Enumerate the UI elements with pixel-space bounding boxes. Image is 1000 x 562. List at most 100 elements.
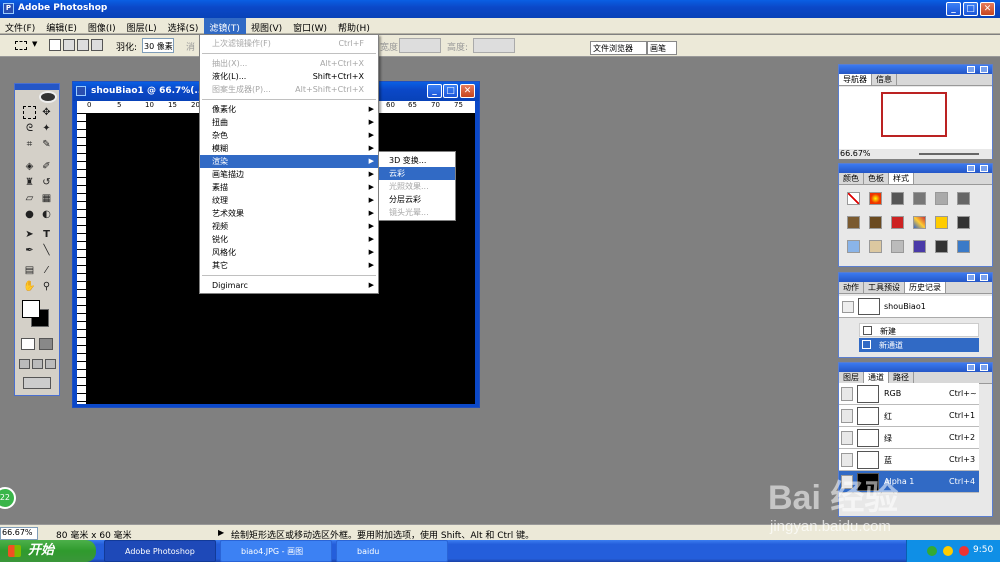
menu-item-noise[interactable]: 杂色 ▶ [200,129,378,142]
screen-mode-3-icon[interactable] [45,359,56,369]
path-select-icon[interactable]: ➤ [23,228,36,241]
magic-wand-icon[interactable]: ✦ [40,122,53,135]
navigator-view-box[interactable] [881,92,947,137]
tab-channels[interactable]: 通道 [864,372,889,383]
history-panel-titlebar[interactable] [839,273,992,282]
tab-info[interactable]: 信息 [872,74,897,85]
zoom-tool-icon[interactable]: ⚲ [40,280,53,293]
navigator-zoom[interactable]: 66.67% [840,149,871,158]
menu-help[interactable]: 帮助(H) [333,18,376,34]
foreground-color[interactable] [22,300,40,318]
screen-mode-1-icon[interactable] [19,359,30,369]
navigator-panel-titlebar[interactable] [839,65,992,74]
menu-item-extract[interactable]: 抽出(X)... Alt+Ctrl+X [200,57,378,70]
menu-item-render[interactable]: 渲染 ▶ [200,155,378,168]
preset-dropdown-arrow[interactable]: ▼ [32,40,37,48]
style-swatch[interactable] [913,192,926,205]
tab-paths[interactable]: 路径 [889,372,914,383]
blur-tool-icon[interactable]: ● [23,208,36,221]
menu-item-sketch[interactable]: 素描 ▶ [200,181,378,194]
screen-mode-2-icon[interactable] [32,359,43,369]
channels-panel-titlebar[interactable] [839,363,992,372]
channel-green[interactable]: 绿 Ctrl+2 [839,427,979,449]
lasso-tool-icon[interactable]: ᘓ [23,122,36,135]
tab-styles[interactable]: 样式 [889,173,914,184]
taskbar-item-paint[interactable]: biao4.JPG - 画图 [220,540,332,562]
menu-item-pixelate[interactable]: 像素化 ▶ [200,103,378,116]
taskbar-item-photoshop[interactable]: Adobe Photoshop [104,540,216,562]
style-swatch[interactable] [935,192,948,205]
style-swatch[interactable] [847,216,860,229]
style-swatch[interactable] [935,216,948,229]
minimize-button[interactable]: _ [946,2,961,16]
menu-item-pattern-maker[interactable]: 图案生成器(P)... Alt+Shift+Ctrl+X [200,83,378,96]
style-swatch[interactable] [935,240,948,253]
gradient-tool-icon[interactable]: ▦ [40,192,53,205]
adobe-eye-logo[interactable] [39,91,57,103]
tray-icon[interactable] [943,546,953,556]
jump-to-imageready-icon[interactable] [23,377,51,389]
snapshot-brush-icon[interactable] [842,301,854,313]
visibility-eye-icon[interactable] [841,387,853,401]
style-swatch[interactable] [869,240,882,253]
menu-item-video[interactable]: 视频 ▶ [200,220,378,233]
crop-tool-icon[interactable]: ⌗ [23,138,36,151]
style-none[interactable] [847,192,860,205]
style-swatch[interactable] [869,192,882,205]
height-input[interactable] [473,38,515,53]
menu-item-artistic[interactable]: 艺术效果 ▶ [200,207,378,220]
visibility-eye-icon[interactable] [841,453,853,467]
style-swatch[interactable] [869,216,882,229]
menu-item-texture[interactable]: 纹理 ▶ [200,194,378,207]
tray-icon[interactable] [927,546,937,556]
document-minimize-button[interactable]: _ [427,84,442,98]
menu-item-distort[interactable]: 扭曲 ▶ [200,116,378,129]
submenu-lens-flare[interactable]: 镜头光晕... [379,206,455,219]
eraser-tool-icon[interactable]: ▱ [23,192,36,205]
tab-layers[interactable]: 图层 [839,372,864,383]
menu-item-blur[interactable]: 模糊 ▶ [200,142,378,155]
style-swatch[interactable] [957,216,970,229]
history-step[interactable]: 新建 [859,323,979,337]
standard-mode-icon[interactable] [21,338,35,350]
style-swatch[interactable] [847,240,860,253]
menu-view[interactable]: 视图(V) [246,18,288,34]
submenu-lighting-effects[interactable]: 光照效果... [379,180,455,193]
quickmask-mode-icon[interactable] [39,338,53,350]
history-snapshot[interactable]: shouBiao1 [839,296,992,318]
intersect-selection-icon[interactable] [91,39,103,51]
tab-actions[interactable]: 动作 [839,282,864,293]
healing-brush-icon[interactable]: ◈ [23,160,36,173]
history-brush-icon[interactable]: ↺ [40,176,53,189]
menu-item-sharpen[interactable]: 锐化 ▶ [200,233,378,246]
close-button[interactable]: ✕ [980,2,995,16]
status-zoom[interactable]: 66.67% [0,527,38,540]
tab-navigator[interactable]: 导航器 [839,74,872,85]
submenu-clouds[interactable]: 云彩 [379,167,455,180]
channel-rgb[interactable]: RGB Ctrl+~ [839,383,979,405]
submenu-difference-clouds[interactable]: 分层云彩 [379,193,455,206]
add-selection-icon[interactable] [63,39,75,51]
submenu-3d-transform[interactable]: 3D 变换... [379,154,455,167]
taskbar-item-folder[interactable]: baidu [336,540,448,562]
menu-image[interactable]: 图像(I) [83,18,122,34]
menu-select[interactable]: 选择(S) [163,18,205,34]
notes-tool-icon[interactable]: ▤ [23,264,36,277]
feather-input[interactable]: 30 像素 [142,38,174,53]
document-maximize-button[interactable]: □ [443,84,458,98]
line-tool-icon[interactable]: ╲ [40,244,53,257]
marquee-tool-icon[interactable] [23,106,36,119]
marquee-preset-icon[interactable] [15,41,27,50]
menu-item-brush-strokes[interactable]: 画笔描边 ▶ [200,168,378,181]
type-tool-icon[interactable]: T [40,228,53,241]
style-swatch[interactable] [891,216,904,229]
pen-tool-icon[interactable]: ✒ [23,244,36,257]
tab-tool-presets[interactable]: 工具预设 [864,282,905,293]
style-swatch[interactable] [913,240,926,253]
eyedropper-icon[interactable]: ⁄ [40,264,53,277]
tab-color[interactable]: 颜色 [839,173,864,184]
style-swatch[interactable] [957,240,970,253]
dodge-tool-icon[interactable]: ◐ [40,208,53,221]
menu-window[interactable]: 窗口(W) [288,18,333,34]
navigator-zoom-slider[interactable] [919,153,979,155]
